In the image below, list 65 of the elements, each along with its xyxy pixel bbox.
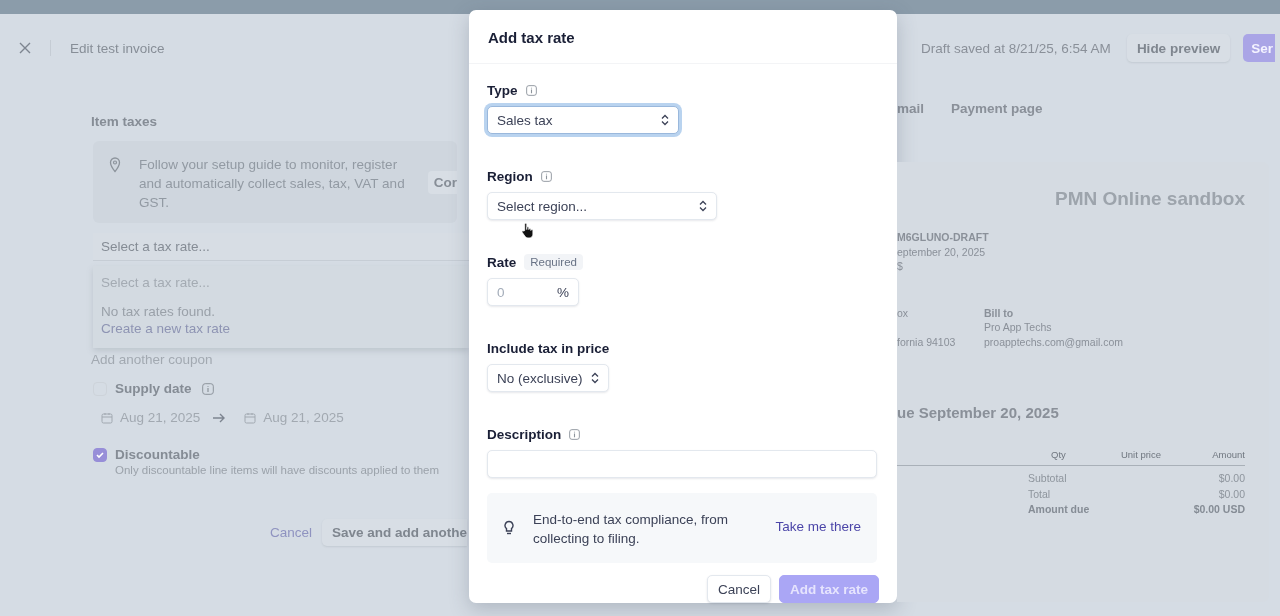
- take-me-there-link[interactable]: Take me there: [775, 519, 861, 534]
- field-label: Include tax in price: [487, 340, 610, 356]
- location-pin-icon: [109, 157, 121, 173]
- discountable-checkbox[interactable]: [93, 447, 107, 462]
- field-label: Region: [487, 168, 533, 184]
- invoice-meta: M6GLUNO-DRAFT: [897, 230, 990, 245]
- save-and-add-button[interactable]: Save and add anothe: [322, 519, 468, 546]
- description-field[interactable]: [487, 450, 877, 478]
- notice-button[interactable]: Cor: [427, 171, 457, 194]
- due-heading: ue September 20, 2025: [897, 404, 1060, 421]
- total-value: $0.00: [1218, 486, 1245, 502]
- discountable-label: Discountable: [115, 447, 200, 462]
- column-header: Amount: [1211, 449, 1245, 460]
- select-field[interactable]: No (exclusive): [487, 364, 609, 392]
- info-icon: [201, 382, 214, 395]
- address-line: fornia 94103: [897, 334, 957, 349]
- cancel-button[interactable]: Cancel: [706, 575, 771, 603]
- total-value: $0.00: [1218, 471, 1245, 486]
- dialog-title: Add tax rate: [469, 10, 897, 64]
- column-header: Unit price: [1119, 449, 1161, 460]
- field-label: Description: [487, 426, 562, 442]
- close-icon[interactable]: [19, 42, 31, 54]
- info-icon: [525, 84, 537, 96]
- column-header: Qty: [1051, 449, 1067, 460]
- section-title: Item taxes: [91, 114, 158, 131]
- select-field[interactable]: Select region...: [487, 192, 717, 220]
- cancel-link[interactable]: Cancel: [270, 525, 313, 540]
- bill-to-label: Bill to: [984, 305, 1015, 320]
- chevron-up-down-icon: [699, 200, 707, 212]
- page-title: Edit test invoice: [70, 40, 165, 56]
- notice-text: End-to-end tax compliance, from collecting to filing.: [533, 511, 730, 548]
- invoice-meta: $: [897, 259, 904, 274]
- total-label: Total: [1028, 486, 1051, 502]
- lightbulb-icon: [503, 520, 515, 536]
- address-line: ox: [897, 305, 910, 320]
- draft-status: Draft saved at 8/21/25, 6:54 AM: [921, 40, 1111, 56]
- preview-tab[interactable]: Payment page: [951, 101, 1043, 116]
- company-name: PMN Online sandbox: [1053, 188, 1246, 210]
- select-field[interactable]: Sales tax: [487, 106, 679, 134]
- empty-message: No tax rates found.: [101, 304, 217, 319]
- chevron-up-down-icon: [591, 372, 599, 384]
- field-label: Rate: [487, 254, 517, 270]
- calendar-icon: [101, 411, 113, 424]
- bill-to-line: proapptechs.com@gmail.com: [984, 334, 1124, 349]
- calendar-icon: [244, 411, 257, 424]
- bill-to-line: Pro App Techs: [984, 320, 1053, 335]
- rate-field[interactable]: 0 %: [487, 278, 579, 306]
- preview-tab[interactable]: mail: [897, 101, 924, 116]
- total-value: $0.00 USD: [1193, 502, 1245, 517]
- total-label: Amount due: [1028, 502, 1090, 517]
- send-button[interactable]: Ser: [1243, 34, 1275, 62]
- notice-text: Follow your setup guide to monitor, register and automatically collect sales, tax, VAT and GST.: [139, 156, 406, 212]
- info-icon: [569, 428, 581, 440]
- create-tax-rate-link[interactable]: Create a new tax rate: [101, 321, 461, 336]
- hand-cursor-icon: [521, 222, 534, 239]
- supply-date-label: Supply date: [115, 381, 192, 396]
- required-badge: Required: [524, 254, 583, 270]
- total-label: Subtotal: [1028, 471, 1067, 486]
- info-icon: [540, 170, 552, 182]
- arrow-icon: [212, 412, 227, 423]
- hide-preview-button[interactable]: Hide preview: [1126, 34, 1231, 62]
- chevron-up-down-icon: [661, 114, 669, 126]
- checkmark-icon: [95, 449, 105, 460]
- invoice-meta: eptember 20, 2025: [897, 244, 987, 259]
- field-label: Type: [487, 82, 518, 98]
